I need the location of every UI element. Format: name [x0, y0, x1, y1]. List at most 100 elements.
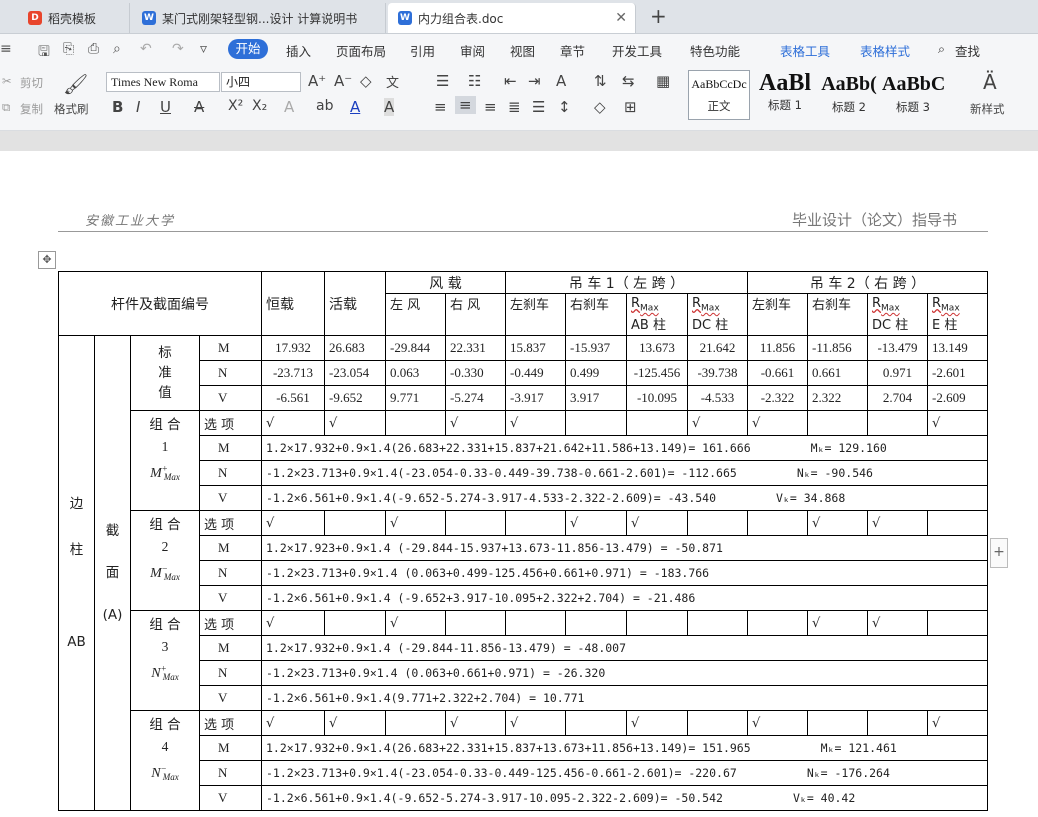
search-icon[interactable]: ⌕: [938, 41, 945, 57]
std-value-cell[interactable]: -0.449: [505, 360, 566, 386]
select-check-cell[interactable]: √: [445, 410, 506, 436]
format-painter-button[interactable]: 格式刷: [54, 101, 89, 117]
combo-expression[interactable]: -1.2×23.713+0.9×1.4 (0.063+0.499-125.456…: [261, 560, 988, 586]
select-check-cell[interactable]: [626, 410, 688, 436]
std-value-cell[interactable]: -5.274: [445, 385, 506, 411]
combo-expression[interactable]: 1.2×17.923+0.9×1.4 (-29.844-15.937+13.67…: [261, 535, 988, 561]
highlight-icon[interactable]: ab: [316, 98, 333, 114]
select-check-cell[interactable]: [565, 710, 627, 736]
menu-find[interactable]: 查找: [955, 41, 980, 60]
align-right-icon[interactable]: ≡: [484, 98, 497, 116]
justify-icon[interactable]: ≣: [508, 98, 521, 116]
std-value-cell[interactable]: -10.095: [626, 385, 688, 411]
std-value-cell[interactable]: -23.054: [324, 360, 386, 386]
table-move-handle-icon[interactable]: ✥: [38, 251, 56, 269]
select-check-cell[interactable]: [385, 410, 446, 436]
select-check-cell[interactable]: [807, 410, 868, 436]
std-value-cell[interactable]: -6.561: [261, 385, 325, 411]
menu-dev-tools[interactable]: 开发工具: [612, 41, 662, 60]
export-icon[interactable]: ⎘: [63, 41, 74, 57]
select-check-cell[interactable]: √: [261, 510, 325, 536]
indent-icon[interactable]: ⇥: [528, 72, 541, 90]
menu-chapter[interactable]: 章节: [560, 41, 585, 60]
style-heading1[interactable]: AaBl 标题 1: [754, 70, 816, 120]
select-check-cell[interactable]: √: [261, 610, 325, 636]
menu-review[interactable]: 审阅: [460, 41, 485, 60]
change-case-icon[interactable]: A: [556, 72, 566, 90]
std-value-cell[interactable]: 22.331: [445, 335, 506, 361]
menu-reference[interactable]: 引用: [410, 41, 435, 60]
menu-view[interactable]: 视图: [510, 41, 535, 60]
select-check-cell[interactable]: √: [385, 510, 446, 536]
select-check-cell[interactable]: [505, 510, 566, 536]
std-value-cell[interactable]: -0.330: [445, 360, 506, 386]
strikethrough-icon[interactable]: A: [194, 98, 204, 116]
std-value-cell[interactable]: 26.683: [324, 335, 386, 361]
align-center-icon[interactable]: ≡: [455, 96, 476, 114]
std-value-cell[interactable]: 15.837: [505, 335, 566, 361]
format-painter-icon[interactable]: 🖌: [63, 72, 88, 96]
grow-font-icon[interactable]: A⁺: [308, 72, 326, 90]
select-check-cell[interactable]: [927, 510, 988, 536]
select-check-cell[interactable]: √: [324, 410, 386, 436]
save-icon[interactable]: 🖫: [38, 41, 50, 65]
combo-expression[interactable]: -1.2×23.713+0.9×1.4(-23.054-0.33-0.449-1…: [261, 760, 988, 786]
std-value-cell[interactable]: -2.609: [927, 385, 988, 411]
combo-expression[interactable]: 1.2×17.932+0.9×1.4 (-29.844-11.856-13.47…: [261, 635, 988, 661]
std-value-cell[interactable]: -9.652: [324, 385, 386, 411]
font-family-select[interactable]: Times New Roma: [106, 72, 220, 92]
select-check-cell[interactable]: √: [626, 510, 688, 536]
select-check-cell[interactable]: [867, 710, 928, 736]
new-style-button[interactable]: 新样式: [970, 101, 1005, 117]
select-check-cell[interactable]: √: [385, 610, 446, 636]
select-check-cell[interactable]: [687, 710, 748, 736]
std-value-cell[interactable]: 0.063: [385, 360, 446, 386]
std-value-cell[interactable]: -4.533: [687, 385, 748, 411]
underline-icon[interactable]: U: [160, 98, 171, 116]
copy-icon[interactable]: ⧉: [2, 100, 10, 115]
std-value-cell[interactable]: 3.917: [565, 385, 627, 411]
select-check-cell[interactable]: √: [927, 710, 988, 736]
tab-design-doc[interactable]: W 某门式刚架轻型钢...设计 计算说明书: [132, 3, 386, 33]
select-check-cell[interactable]: [747, 510, 808, 536]
select-check-cell[interactable]: √: [505, 410, 566, 436]
combo-expression[interactable]: 1.2×17.932+0.9×1.4(26.683+22.331+15.837+…: [261, 735, 988, 761]
subscript-icon[interactable]: X₂: [252, 98, 267, 114]
sort-icon[interactable]: ⇅: [594, 72, 607, 90]
menu-table-style[interactable]: 表格样式: [860, 41, 910, 60]
phonetic-icon[interactable]: 文: [386, 72, 399, 91]
line-spacing-icon[interactable]: ↕: [558, 98, 571, 116]
shading-icon[interactable]: ◇: [594, 98, 606, 116]
select-check-cell[interactable]: √: [867, 510, 928, 536]
cut-icon[interactable]: ✂: [2, 74, 12, 88]
std-value-cell[interactable]: -23.713: [261, 360, 325, 386]
std-value-cell[interactable]: -15.937: [565, 335, 627, 361]
select-check-cell[interactable]: [687, 510, 748, 536]
std-value-cell[interactable]: 17.932: [261, 335, 325, 361]
bullets-icon[interactable]: ☰: [436, 72, 449, 90]
select-check-cell[interactable]: [626, 610, 688, 636]
menu-icon[interactable]: ≡: [0, 41, 12, 57]
add-column-icon[interactable]: +: [990, 538, 1008, 568]
combo-expression[interactable]: -1.2×23.713+0.9×1.4 (0.063+0.661+0.971) …: [261, 660, 988, 686]
menu-start[interactable]: 开始: [228, 39, 268, 59]
select-check-cell[interactable]: √: [747, 410, 808, 436]
select-check-cell[interactable]: [687, 610, 748, 636]
select-check-cell[interactable]: √: [747, 710, 808, 736]
borders-icon[interactable]: ⊞: [624, 98, 637, 116]
align-left-icon[interactable]: ≡: [434, 98, 447, 116]
bold-icon[interactable]: B: [112, 98, 123, 116]
italic-icon[interactable]: I: [136, 98, 140, 116]
select-check-cell[interactable]: [867, 410, 928, 436]
select-check-cell[interactable]: √: [261, 710, 325, 736]
std-value-cell[interactable]: 21.642: [687, 335, 748, 361]
distribute-icon[interactable]: ☰: [532, 98, 545, 116]
select-check-cell[interactable]: √: [927, 410, 988, 436]
print-icon[interactable]: ⎙: [88, 41, 99, 57]
cut-button[interactable]: 剪切: [20, 75, 43, 91]
std-value-cell[interactable]: -0.661: [747, 360, 808, 386]
combo-expression[interactable]: -1.2×6.561+0.9×1.4 (-9.652+3.917-10.095+…: [261, 585, 988, 611]
std-value-cell[interactable]: 2.704: [867, 385, 928, 411]
std-value-cell[interactable]: -13.479: [867, 335, 928, 361]
select-check-cell[interactable]: [927, 610, 988, 636]
